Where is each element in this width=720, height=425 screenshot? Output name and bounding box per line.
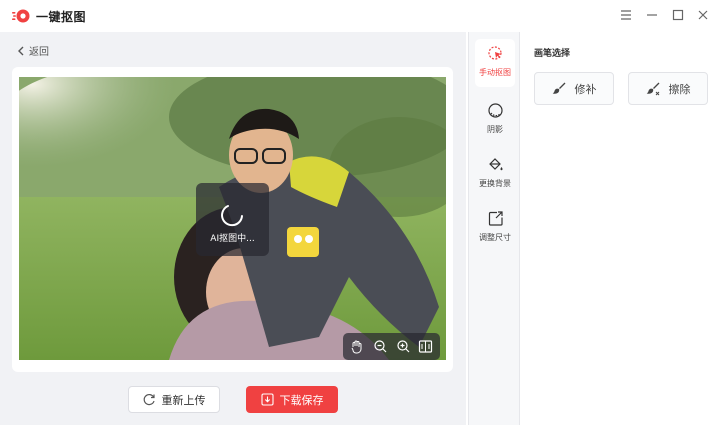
minimize-icon[interactable] (645, 8, 659, 22)
brush-repair-button[interactable]: 修补 (534, 72, 614, 105)
hand-pan-icon[interactable] (349, 339, 364, 354)
download-icon (260, 393, 274, 406)
app-logo-icon (12, 9, 30, 23)
title-bar: 一键抠图 (0, 0, 720, 32)
tool-shadow[interactable]: 阴影 (475, 96, 515, 144)
zoom-out-icon[interactable] (373, 339, 388, 354)
close-icon[interactable] (696, 8, 710, 22)
reupload-button[interactable]: 重新上传 (128, 386, 220, 413)
tool-resize[interactable]: 调整尺寸 (475, 204, 515, 252)
loading-spinner-icon (221, 205, 243, 227)
tool-label: 调整尺寸 (479, 233, 511, 242)
menu-icon[interactable] (619, 8, 633, 22)
brush-erase-label: 擦除 (668, 82, 691, 96)
tool-manual-cutout[interactable]: 手动抠图 (475, 39, 515, 87)
loading-overlay: AI抠图中... (196, 183, 269, 256)
tool-label: 更换背景 (479, 179, 511, 188)
chevron-left-icon (18, 46, 24, 55)
back-button[interactable]: 返回 (17, 43, 49, 58)
brush-icon (552, 82, 565, 94)
refresh-icon (143, 393, 155, 406)
tool-rail: 手动抠图 阴影 更换背景 调整尺寸 (468, 32, 520, 425)
back-label: 返回 (29, 47, 49, 58)
zoom-in-icon[interactable] (396, 339, 411, 354)
eraser-brush-icon (646, 82, 659, 96)
view-toolbar (343, 333, 440, 360)
download-label: 下载保存 (279, 393, 324, 407)
brush-repair-label: 修补 (574, 82, 597, 96)
maximize-icon[interactable] (671, 8, 685, 22)
shadow-circle-icon (488, 103, 503, 118)
tool-change-background[interactable]: 更换背景 (475, 150, 515, 198)
reupload-label: 重新上传 (161, 393, 206, 407)
paint-bucket-icon (489, 158, 503, 171)
panel-title: 画笔选择 (534, 49, 571, 59)
loading-text: AI抠图中... (210, 234, 255, 244)
cursor-click-icon (488, 46, 502, 60)
brush-erase-button[interactable]: 擦除 (628, 72, 708, 105)
app-title: 一键抠图 (36, 10, 87, 24)
compare-icon[interactable] (418, 339, 433, 354)
download-save-button[interactable]: 下载保存 (246, 386, 338, 413)
resize-icon (488, 211, 503, 226)
tool-label: 阴影 (487, 125, 503, 134)
tool-label: 手动抠图 (479, 68, 511, 77)
